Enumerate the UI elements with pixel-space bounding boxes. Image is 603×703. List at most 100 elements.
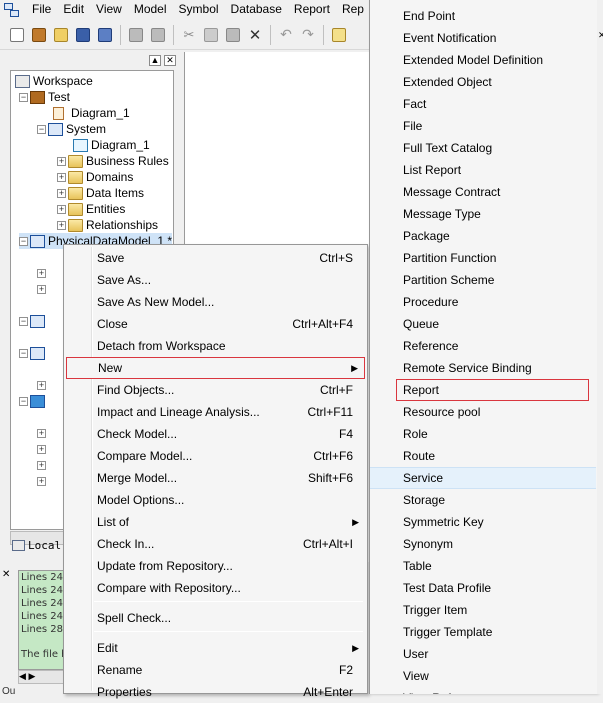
context-menu-item-check-model[interactable]: Check Model... F4 bbox=[66, 423, 365, 445]
menu-report[interactable]: Report bbox=[288, 0, 336, 19]
menu-repository[interactable]: Rep bbox=[336, 0, 370, 19]
context-menu-item-merge-model[interactable]: Merge Model... Shift+F6 bbox=[66, 467, 365, 489]
undo-icon[interactable]: ↶ bbox=[275, 24, 297, 46]
menu-symbol[interactable]: Symbol bbox=[173, 0, 225, 19]
expand-icon[interactable]: + bbox=[57, 172, 66, 182]
submenu-item-package[interactable]: Package bbox=[370, 225, 596, 247]
close-icon[interactable]: ✕ bbox=[598, 30, 603, 41]
redo-icon[interactable]: ↷ bbox=[297, 24, 319, 46]
context-menu-item-compare-with-repository[interactable]: Compare with Repository... bbox=[66, 577, 365, 599]
submenu-item-trigger-item[interactable]: Trigger Item bbox=[370, 599, 596, 621]
submenu-item-fact[interactable]: Fact bbox=[370, 93, 596, 115]
tree-node-folder[interactable]: + bbox=[37, 473, 48, 489]
context-menu-item-edit[interactable]: Edit ▶ bbox=[66, 637, 365, 659]
submenu-item-event-notification[interactable]: Event Notification bbox=[370, 27, 596, 49]
submenu-item-list-report[interactable]: List Report bbox=[370, 159, 596, 181]
submenu-item-file[interactable]: File bbox=[370, 115, 596, 137]
collapse-icon[interactable]: − bbox=[19, 236, 28, 246]
context-menu-item-close[interactable]: Close Ctrl+Alt+F4 bbox=[66, 313, 365, 335]
context-menu-item-list-of[interactable]: List of ▶ bbox=[66, 511, 365, 533]
tree-node-data-items[interactable]: + Data Items bbox=[57, 185, 144, 201]
context-menu-item-update-from-repository[interactable]: Update from Repository... bbox=[66, 555, 365, 577]
submenu-item-reference[interactable]: Reference bbox=[370, 335, 596, 357]
open-model-icon[interactable] bbox=[28, 24, 50, 46]
submenu-item-trigger-template[interactable]: Trigger Template bbox=[370, 621, 596, 643]
save-icon[interactable] bbox=[72, 24, 94, 46]
app-icon[interactable] bbox=[4, 2, 20, 18]
submenu-item-extended-model-definition[interactable]: Extended Model Definition bbox=[370, 49, 596, 71]
tree-node-folder[interactable]: + bbox=[37, 265, 48, 281]
submenu-item-partition-scheme[interactable]: Partition Scheme bbox=[370, 269, 596, 291]
submenu-item-role[interactable]: Role bbox=[370, 423, 596, 445]
collapse-icon[interactable]: − bbox=[19, 316, 28, 326]
menu-view[interactable]: View bbox=[90, 0, 128, 19]
context-menu-item-spell-check[interactable]: Spell Check... bbox=[66, 607, 365, 629]
context-menu-item-impact-and-lineage-analysis[interactable]: Impact and Lineage Analysis... Ctrl+F11 bbox=[66, 401, 365, 423]
submenu-item-storage[interactable]: Storage bbox=[370, 489, 596, 511]
submenu-item-synonym[interactable]: Synonym bbox=[370, 533, 596, 555]
submenu-item-test-data-profile[interactable]: Test Data Profile bbox=[370, 577, 596, 599]
panel-close-button[interactable]: ✕ bbox=[164, 54, 176, 66]
submenu-item-resource-pool[interactable]: Resource pool bbox=[370, 401, 596, 423]
expand-icon[interactable]: + bbox=[37, 380, 46, 390]
submenu-item-procedure[interactable]: Procedure bbox=[370, 291, 596, 313]
tree-node-model[interactable]: − bbox=[19, 393, 45, 409]
properties-icon[interactable] bbox=[328, 24, 350, 46]
expand-icon[interactable]: + bbox=[37, 428, 46, 438]
tree-node-model[interactable]: − bbox=[19, 313, 45, 329]
context-menu-item-save-as-new-model[interactable]: Save As New Model... bbox=[66, 291, 365, 313]
menu-file[interactable]: File bbox=[26, 0, 57, 19]
tree-node-folder[interactable]: + bbox=[37, 441, 48, 457]
collapse-icon[interactable]: − bbox=[19, 396, 28, 406]
submenu-item-partition-function[interactable]: Partition Function bbox=[370, 247, 596, 269]
submenu-item-service[interactable]: Service bbox=[370, 467, 596, 489]
panel-minimize-button[interactable]: ▲ bbox=[149, 54, 161, 66]
save-all-icon[interactable] bbox=[94, 24, 116, 46]
copy-icon[interactable] bbox=[200, 24, 222, 46]
print-preview-icon[interactable] bbox=[125, 24, 147, 46]
tree-node-test[interactable]: − Test bbox=[19, 89, 70, 105]
expand-icon[interactable]: + bbox=[57, 188, 66, 198]
collapse-icon[interactable]: − bbox=[37, 124, 46, 134]
context-menu-item-find-objects[interactable]: Find Objects... Ctrl+F bbox=[66, 379, 365, 401]
delete-icon[interactable]: ✕ bbox=[244, 24, 266, 46]
menu-edit[interactable]: Edit bbox=[57, 0, 90, 19]
close-icon[interactable]: ✕ bbox=[2, 570, 13, 581]
context-menu-item-rename[interactable]: Rename F2 bbox=[66, 659, 365, 681]
tree-node-folder[interactable]: + bbox=[37, 425, 48, 441]
tree-node-entities[interactable]: + Entities bbox=[57, 201, 125, 217]
scroll-right-icon[interactable]: ▶ bbox=[28, 671, 35, 681]
tree-node-relationships[interactable]: + Relationships bbox=[57, 217, 158, 233]
expand-icon[interactable]: + bbox=[57, 220, 66, 230]
context-menu-item-new[interactable]: New ▶ bbox=[66, 357, 365, 379]
tree-node-diagram[interactable]: Diagram_1 bbox=[53, 105, 130, 121]
submenu-item-message-contract[interactable]: Message Contract bbox=[370, 181, 596, 203]
tree-node-folder[interactable]: + bbox=[37, 377, 48, 393]
expand-icon[interactable]: + bbox=[37, 476, 46, 486]
context-menu-item-save-as[interactable]: Save As... bbox=[66, 269, 365, 291]
tree-node-folder[interactable]: + bbox=[37, 281, 48, 297]
paste-icon[interactable] bbox=[222, 24, 244, 46]
tree-node-system[interactable]: − System bbox=[37, 121, 106, 137]
expand-icon[interactable]: + bbox=[37, 444, 46, 454]
tree-node-workspace[interactable]: Workspace bbox=[15, 73, 93, 89]
tree-node-diagram[interactable]: Diagram_1 bbox=[73, 137, 150, 153]
submenu-item-table[interactable]: Table bbox=[370, 555, 596, 577]
context-menu-item-detach-from-workspace[interactable]: Detach from Workspace bbox=[66, 335, 365, 357]
expand-icon[interactable]: + bbox=[37, 268, 46, 278]
submenu-item-user[interactable]: User bbox=[370, 643, 596, 665]
tree-node-business-rules[interactable]: + Business Rules bbox=[57, 153, 169, 169]
submenu-item-extended-object[interactable]: Extended Object bbox=[370, 71, 596, 93]
tree-node-folder[interactable]: + bbox=[37, 457, 48, 473]
submenu-item-route[interactable]: Route bbox=[370, 445, 596, 467]
expand-icon[interactable]: + bbox=[37, 284, 46, 294]
print-icon[interactable] bbox=[147, 24, 169, 46]
cut-icon[interactable]: ✂ bbox=[178, 24, 200, 46]
collapse-icon[interactable]: − bbox=[19, 92, 28, 102]
open-folder-icon[interactable] bbox=[50, 24, 72, 46]
submenu-item-view[interactable]: View bbox=[370, 665, 596, 687]
scroll-left-icon[interactable]: ◀ bbox=[19, 671, 26, 681]
context-menu-item-save[interactable]: Save Ctrl+S bbox=[66, 247, 365, 269]
expand-icon[interactable]: + bbox=[37, 460, 46, 470]
submenu-item-end-point[interactable]: End Point bbox=[370, 5, 596, 27]
